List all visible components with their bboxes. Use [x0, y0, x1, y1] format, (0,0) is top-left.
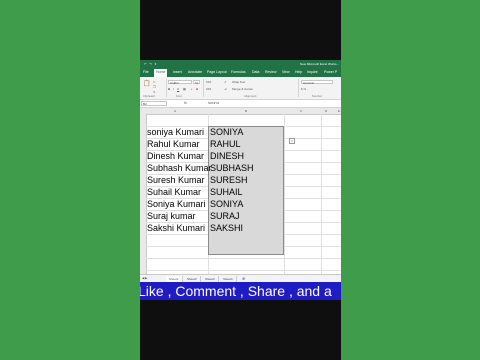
wrap-text-button[interactable]: Wrap Text	[232, 80, 245, 84]
name-box[interactable]: B2	[141, 101, 167, 106]
currency-icon[interactable]: $ % ,	[301, 87, 308, 91]
align-left-icon[interactable]: ≡≡≡	[206, 87, 211, 91]
italic-button[interactable]: I	[173, 87, 174, 91]
tab-inquire[interactable]: Inquire	[307, 70, 318, 74]
ribbon: 📋 ✂ ❐ ✎ Clipboard Calibri 11 B I U ▦ ▲ A…	[140, 77, 341, 100]
align-top-icon[interactable]: ≡≡≡	[206, 80, 211, 84]
font-name-box[interactable]: Calibri	[168, 80, 192, 85]
ribbon-separator	[166, 79, 167, 97]
cell-b[interactable]: SURAJ	[210, 210, 240, 222]
cell-b[interactable]: RAHUL	[210, 138, 241, 150]
group-alignment: Alignment	[244, 94, 257, 98]
ribbon-separator	[203, 79, 204, 97]
copy-icon[interactable]: ❐	[153, 85, 156, 89]
cell-a[interactable]: Subhash Kumar	[147, 162, 212, 174]
cell-a[interactable]: Suresh Kumar	[147, 174, 205, 186]
cell-grid[interactable]: soniya Kumari SONIYA Rahul Kumar RAHUL D…	[146, 114, 341, 274]
tab-data[interactable]: Data	[252, 70, 259, 74]
document-title: New Microsoft Excel Works...	[300, 62, 339, 66]
group-clipboard: Clipboard	[143, 94, 155, 98]
gridline	[146, 270, 341, 271]
cell-a[interactable]: Rahul Kumar	[147, 138, 200, 150]
tab-formulas[interactable]: Formulas	[231, 70, 246, 74]
fill-color-icon[interactable]: ▲	[190, 87, 193, 91]
gridline	[284, 114, 285, 274]
tab-page-layout[interactable]: Page Layout	[207, 70, 227, 74]
tab-view[interactable]: View	[282, 70, 290, 74]
quick-access-toolbar[interactable]: ↶ ↷ ▾	[144, 62, 157, 66]
cell-a[interactable]: Dinesh Kumar	[147, 150, 204, 162]
cut-icon[interactable]: ✂	[153, 80, 156, 84]
font-size-box[interactable]: 11	[193, 80, 200, 85]
cell-b[interactable]: SONIYA	[210, 126, 243, 138]
merge-center-button[interactable]: Merge & Center	[232, 87, 253, 91]
formula-input[interactable]: SONIYA	[208, 101, 219, 105]
orientation-icon[interactable]: ⇗	[224, 80, 227, 84]
fx-icon[interactable]: fx	[184, 101, 187, 105]
ribbon-separator	[298, 79, 299, 97]
cell-b[interactable]: SUBHASH	[210, 162, 254, 174]
formula-bar: B2 fx SONIYA	[140, 100, 341, 108]
indent-icon[interactable]: ⇥	[224, 87, 227, 91]
ribbon-tabs: File Home Insert Annotate Page Layout Fo…	[140, 68, 341, 77]
tab-help[interactable]: Help	[295, 70, 302, 74]
font-color-icon[interactable]: A	[196, 87, 198, 91]
paste-icon[interactable]: 📋	[143, 80, 150, 87]
tab-home[interactable]: Home	[154, 69, 168, 77]
cell-b[interactable]: SAKSHI	[210, 222, 243, 234]
cell-a[interactable]: Soniya Kumari	[147, 198, 206, 210]
video-frame: ↶ ↷ ▾ New Microsoft Excel Works... File …	[140, 0, 341, 360]
excel-window: ↶ ↷ ▾ New Microsoft Excel Works... File …	[140, 60, 341, 285]
group-font: Font	[176, 94, 182, 98]
cell-b[interactable]: SONIYA	[210, 198, 243, 210]
gridline	[146, 258, 341, 259]
cell-b[interactable]: SUHAIL	[210, 186, 243, 198]
left-background-panel	[0, 0, 140, 360]
borders-icon[interactable]: ▦	[183, 87, 186, 91]
title-bar: ↶ ↷ ▾ New Microsoft Excel Works...	[140, 60, 341, 68]
tab-annotate[interactable]: Annotate	[188, 70, 202, 74]
caption-text: Like , Comment , Share , and a	[140, 283, 332, 299]
right-background-panel	[341, 0, 480, 360]
cell-a[interactable]: Suhail Kumar	[147, 186, 201, 198]
cell-a[interactable]: Suraj kumar	[147, 210, 196, 222]
tab-review[interactable]: Review	[265, 70, 276, 74]
cell-b[interactable]: DINESH	[210, 150, 244, 162]
cell-a[interactable]: Sakshi Kumari	[147, 222, 205, 234]
tab-file[interactable]: File	[143, 70, 149, 74]
underline-button[interactable]: U	[177, 87, 179, 91]
group-number: Number	[312, 94, 322, 98]
tab-insert[interactable]: Insert	[173, 70, 182, 74]
gridline	[321, 114, 322, 274]
add-sheet-icon[interactable]: ⊕	[242, 276, 245, 281]
cell-b[interactable]: SURESH	[210, 174, 248, 186]
bold-button[interactable]: B	[168, 87, 170, 91]
tab-power-pivot[interactable]: Power P	[324, 70, 337, 74]
flash-fill-options-icon[interactable]: ▾	[289, 138, 295, 144]
number-format-box[interactable]: General	[301, 80, 333, 85]
sheet-nav-icon[interactable]: ◀ ▶	[142, 276, 147, 280]
cell-a[interactable]: soniya Kumari	[147, 126, 204, 138]
caption-banner: Like , Comment , Share , and a	[140, 282, 341, 300]
